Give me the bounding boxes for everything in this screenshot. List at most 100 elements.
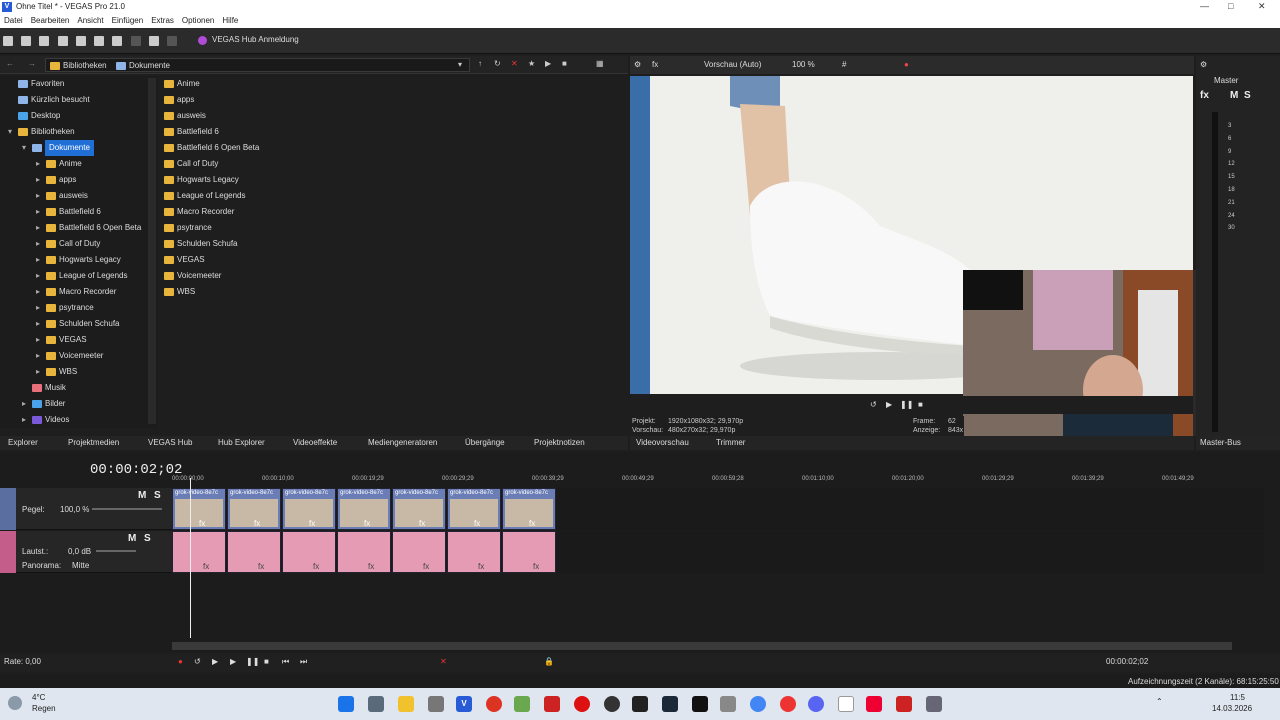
chevron-down-icon[interactable]: ▾ — [458, 60, 462, 69]
expand-icon[interactable]: ▸ — [36, 156, 46, 172]
grid-icon[interactable]: # — [842, 60, 846, 69]
file-item[interactable]: Battlefield 6 Open Beta — [160, 140, 628, 156]
expand-icon[interactable]: ▸ — [22, 412, 32, 428]
file-explorer-icon[interactable] — [398, 696, 414, 712]
app-icon[interactable] — [720, 696, 736, 712]
tab-projektnotizen[interactable]: Projektnotizen — [534, 436, 585, 450]
mouse-icon[interactable] — [428, 696, 444, 712]
tab-master-bus[interactable]: Master-Bus — [1200, 436, 1241, 450]
opera-icon[interactable] — [780, 696, 796, 712]
tree-item[interactable]: ▸ Hogwarts Legacy — [0, 252, 158, 268]
expand-icon[interactable]: ▸ — [36, 268, 46, 284]
solo-button[interactable]: S — [1244, 90, 1251, 101]
mute-button[interactable]: M — [1230, 90, 1238, 101]
tab-videovorschau[interactable]: Videovorschau — [636, 436, 689, 450]
tree-item[interactable]: ▸ apps — [0, 172, 158, 188]
fx-icon[interactable]: fx — [309, 519, 315, 528]
file-item[interactable]: Macro Recorder — [160, 204, 628, 220]
menu-hilfe[interactable]: Hilfe — [222, 14, 238, 28]
expand-icon[interactable]: ▸ — [36, 172, 46, 188]
fx-icon[interactable]: fx — [203, 562, 209, 571]
taskview-icon[interactable] — [368, 696, 384, 712]
app-icon[interactable] — [632, 696, 648, 712]
play-from-start-button[interactable]: ▶ — [212, 657, 218, 666]
menu-bearbeiten[interactable]: Bearbeiten — [31, 14, 70, 28]
tab-hub-explorer[interactable]: Hub Explorer — [218, 436, 265, 450]
favorite-icon[interactable]: ★ — [528, 59, 535, 68]
pause-button[interactable]: ❚❚ — [246, 657, 259, 666]
tree-item[interactable]: ▸ psytrance — [0, 300, 158, 316]
tree-item[interactable]: ▸ Voicemeeter — [0, 348, 158, 364]
loop-button[interactable]: ↺ — [194, 657, 201, 666]
fx-icon[interactable]: fx — [652, 60, 658, 69]
expand-icon[interactable]: ▾ — [8, 124, 18, 140]
audio-track-header[interactable]: M S Lautst.: 0,0 dB Panorama: Mitte — [0, 531, 172, 573]
volume-slider[interactable] — [96, 550, 136, 552]
menu-datei[interactable]: Datei — [4, 14, 23, 28]
record-button[interactable]: ● — [178, 657, 183, 666]
tab-vegas-hub[interactable]: VEGAS Hub — [148, 436, 192, 450]
expand-icon[interactable]: ▸ — [22, 396, 32, 412]
tree-item[interactable]: ▸ Bilder — [0, 396, 158, 412]
audio-clip[interactable]: fx — [337, 531, 391, 573]
new-project-icon[interactable] — [3, 36, 13, 46]
video-mute-button[interactable]: M — [138, 490, 146, 501]
video-solo-button[interactable]: S — [154, 490, 161, 501]
open-icon[interactable] — [21, 36, 32, 46]
video-clip[interactable]: grok-video-8e7c fx — [502, 488, 556, 530]
zoom-select[interactable]: 100 % — [792, 60, 815, 69]
file-item[interactable]: Schulden Schufa — [160, 236, 628, 252]
app-icon[interactable] — [692, 696, 708, 712]
video-clip[interactable]: grok-video-8e7c fx — [392, 488, 446, 530]
tab-trimmer[interactable]: Trimmer — [716, 436, 745, 450]
audio-clip[interactable]: fx — [447, 531, 501, 573]
save-icon[interactable] — [39, 36, 50, 46]
tree-item[interactable]: ▸ ausweis — [0, 188, 158, 204]
tab-uebergaenge[interactable]: Übergänge — [465, 436, 505, 450]
menu-einfuegen[interactable]: Einfügen — [112, 14, 144, 28]
file-item[interactable]: Anime — [160, 76, 628, 92]
tree-item[interactable]: ▸ Battlefield 6 Open Beta — [0, 220, 158, 236]
file-item[interactable]: Call of Duty — [160, 156, 628, 172]
audio-mute-button[interactable]: M — [128, 533, 136, 544]
tree-item[interactable]: Musik — [0, 380, 158, 396]
video-clip[interactable]: grok-video-8e7c fx — [447, 488, 501, 530]
record-icon[interactable]: ● — [904, 60, 909, 69]
video-track-lane[interactable]: grok-video-8e7c fx grok-video-8e7c fx grok-v… — [172, 488, 1264, 530]
up-icon[interactable]: ↑ — [478, 59, 482, 68]
go-to-start-button[interactable]: ⏮ — [282, 657, 289, 667]
expand-icon[interactable]: ▸ — [36, 236, 46, 252]
undo-icon[interactable] — [148, 36, 159, 46]
expand-icon[interactable]: ▸ — [36, 188, 46, 204]
video-clip[interactable]: grok-video-8e7c fx — [227, 488, 281, 530]
tree-item[interactable]: ▸ Call of Duty — [0, 236, 158, 252]
fx-icon[interactable]: fx — [478, 562, 484, 571]
file-item[interactable]: Battlefield 6 — [160, 124, 628, 140]
app-icon[interactable] — [574, 696, 590, 712]
expand-icon[interactable]: ▸ — [36, 348, 46, 364]
play-icon[interactable]: ▶ — [886, 400, 892, 409]
forward-icon[interactable]: → — [28, 59, 36, 68]
file-item[interactable]: League of Legends — [160, 188, 628, 204]
lock-icon[interactable]: 🔒 — [544, 657, 554, 666]
copy-icon[interactable] — [112, 36, 123, 46]
audio-clip[interactable]: fx — [392, 531, 446, 573]
render-icon[interactable] — [57, 36, 68, 46]
expand-icon[interactable]: ▸ — [36, 316, 46, 332]
menu-extras[interactable]: Extras — [151, 14, 174, 28]
file-item[interactable]: Hogwarts Legacy — [160, 172, 628, 188]
tree-scrollbar[interactable] — [148, 78, 156, 424]
app-icon[interactable] — [866, 696, 882, 712]
go-to-end-button[interactable]: ⏭ — [300, 657, 307, 667]
video-clip[interactable]: grok-video-8e7c fx — [172, 488, 226, 530]
views-icon[interactable]: ▦ — [596, 59, 604, 68]
fx-icon[interactable]: fx — [533, 562, 539, 571]
tree-item[interactable]: ▸ Anime — [0, 156, 158, 172]
file-item[interactable]: ausweis — [160, 108, 628, 124]
menu-ansicht[interactable]: Ansicht — [77, 14, 103, 28]
preview-quality-select[interactable]: Vorschau (Auto) — [704, 60, 761, 69]
expand-icon[interactable]: ▸ — [36, 332, 46, 348]
settings-icon[interactable] — [926, 696, 942, 712]
tab-explorer[interactable]: Explorer — [8, 436, 38, 450]
redo-icon[interactable] — [167, 36, 178, 46]
